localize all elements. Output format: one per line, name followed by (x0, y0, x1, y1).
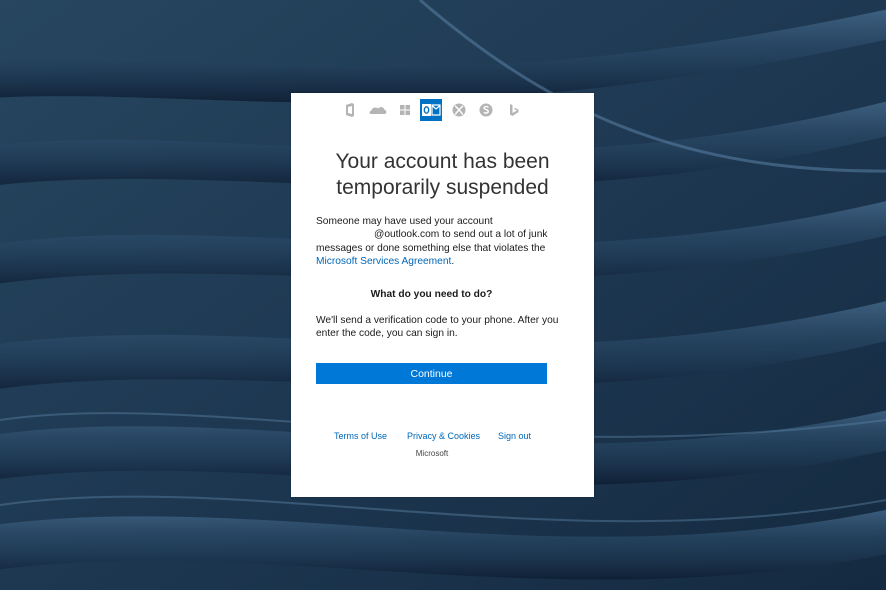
office-icon[interactable] (339, 99, 361, 121)
page-title: Your account has been temporarily suspen… (335, 150, 550, 199)
windows-icon[interactable] (394, 99, 416, 121)
message-line1: Someone may have used your account (316, 216, 493, 227)
microsoft-brand-text: Microsoft (415, 449, 449, 458)
terms-of-use-link[interactable]: Terms of Use (334, 431, 387, 441)
xbox-icon[interactable] (448, 99, 470, 121)
sign-out-link[interactable]: Sign out (498, 431, 531, 441)
footer-links: Terms of Use Privacy & Cookies Sign out (291, 431, 594, 445)
product-icon-bar (291, 99, 594, 121)
privacy-cookies-link[interactable]: Privacy & Cookies (407, 431, 480, 441)
onedrive-icon[interactable] (367, 99, 389, 121)
account-suspended-dialog: Your account has been temporarily suspen… (291, 93, 594, 497)
section-heading: What do you need to do? (370, 289, 493, 300)
message-domain: @outlook.com (374, 229, 440, 241)
message-end: . (451, 256, 455, 268)
suspension-message: Someone may have used your account @outlo… (316, 215, 556, 269)
continue-button[interactable]: Continue (316, 363, 547, 384)
instructions-text: We'll send a verification code to your p… (316, 315, 559, 340)
outlook-icon[interactable] (420, 99, 442, 121)
skype-icon[interactable] (475, 99, 497, 121)
bing-icon[interactable] (502, 99, 524, 121)
services-agreement-link[interactable]: Microsoft Services Agreement (316, 256, 451, 267)
